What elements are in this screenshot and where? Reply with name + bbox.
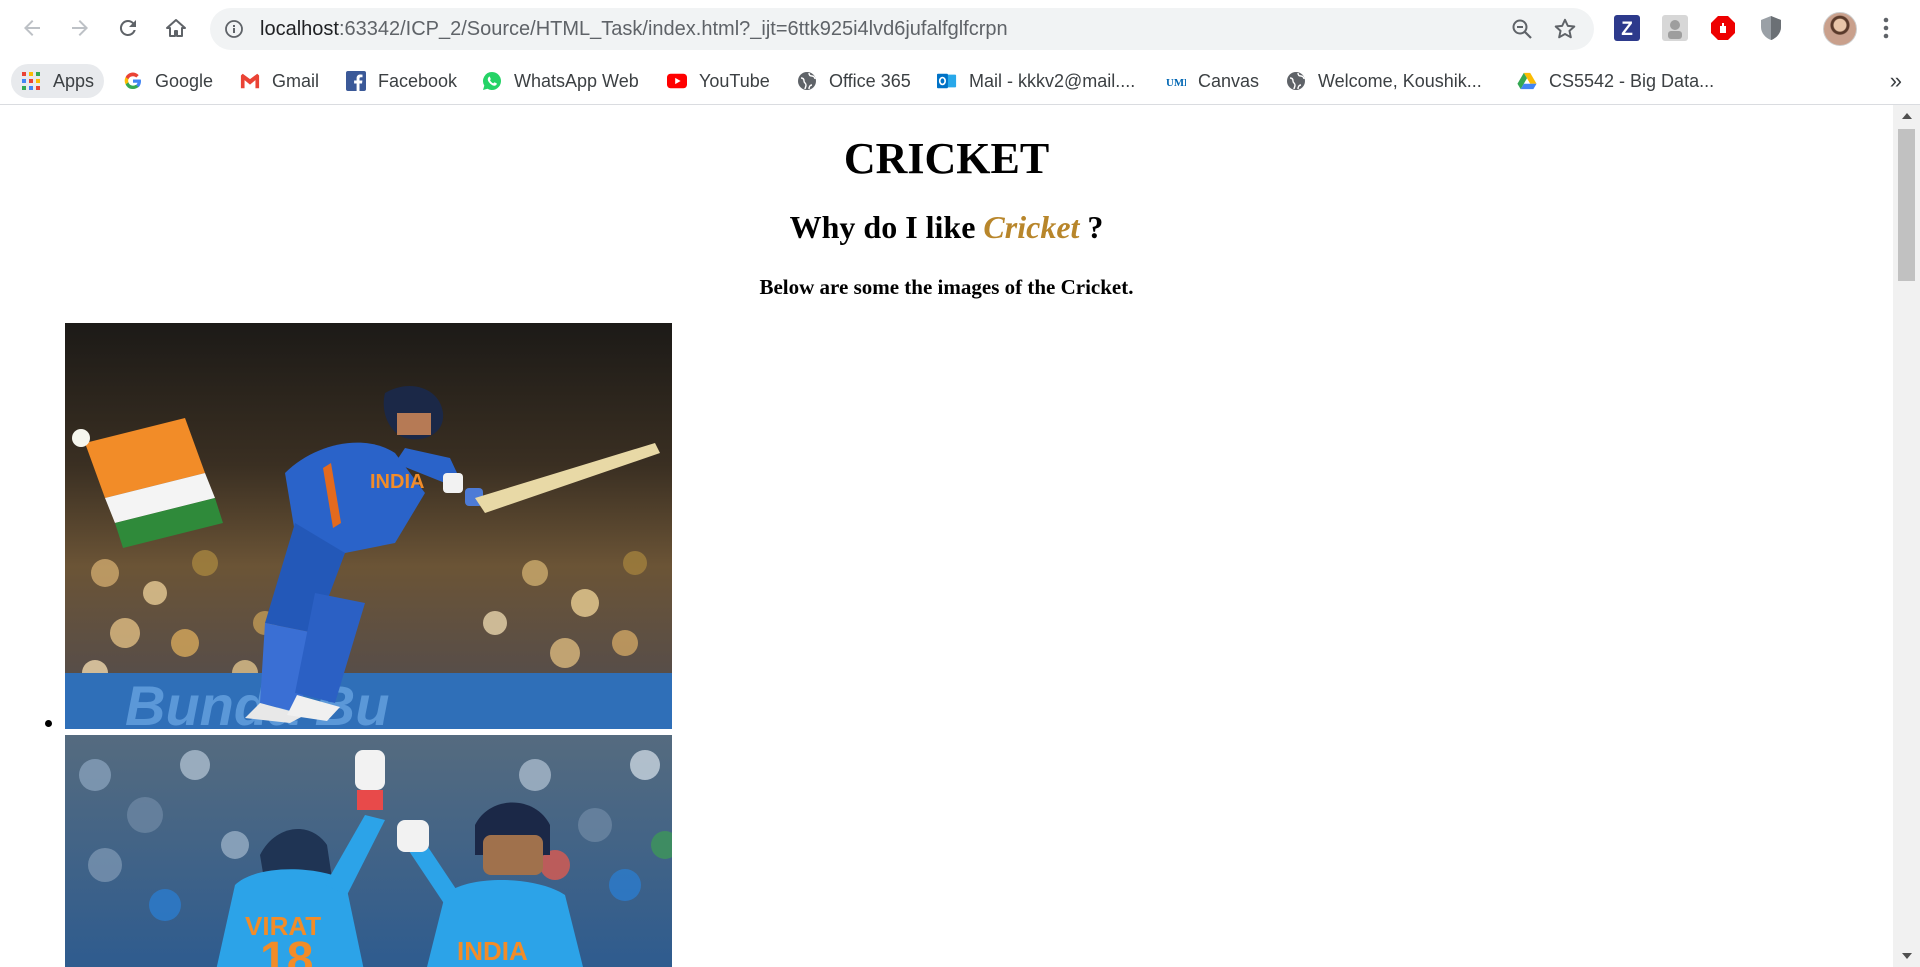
page-scrollbar[interactable]: [1893, 105, 1920, 967]
page-viewport: CRICKET Why do I like Cricket ? Below ar…: [0, 105, 1893, 967]
globe-icon: [1286, 71, 1306, 91]
bookmark-label: Apps: [53, 70, 95, 91]
bookmark-label: Office 365: [829, 70, 911, 91]
back-arrow-icon: [24, 20, 40, 36]
browser-toolbar: localhost:63342/ICP_2/Source/HTML_Task/i…: [0, 0, 1920, 58]
bookmark-youtube[interactable]: YouTube: [667, 64, 770, 98]
bookmark-google[interactable]: Google: [123, 64, 213, 98]
google-icon: [123, 71, 143, 91]
reload-icon: [119, 19, 136, 36]
zoom-out-icon[interactable]: [1510, 17, 1534, 41]
facebook-icon: [346, 71, 366, 91]
shield-icon[interactable]: [1757, 14, 1785, 42]
bookmark-mail[interactable]: Mail - kkkv2@mail....: [937, 64, 1135, 98]
apps-grid-icon: [21, 71, 41, 91]
bookmark-cs5542[interactable]: CS5542 - Big Data...: [1517, 64, 1714, 98]
reload-button[interactable]: [110, 10, 146, 46]
bookmark-whatsapp[interactable]: WhatsApp Web: [482, 64, 639, 98]
images-intro-text: Below are some the images of the Cricket…: [759, 275, 1134, 299]
address-bar[interactable]: localhost:63342/ICP_2/Source/HTML_Task/i…: [210, 8, 1594, 50]
home-button[interactable]: [158, 10, 194, 46]
scroll-thumb[interactable]: [1898, 129, 1915, 281]
info-icon[interactable]: [224, 19, 244, 39]
page-title: CRICKET: [843, 134, 1050, 183]
scroll-up-arrow-icon[interactable]: [1893, 105, 1920, 127]
page-subtitle: Why do I like Cricket ?: [0, 209, 1893, 246]
adblock-icon[interactable]: [1709, 14, 1737, 42]
bookmark-canvas[interactable]: UMKC Canvas: [1166, 64, 1259, 98]
url-host: localhost: [260, 18, 339, 40]
svg-text:18: 18: [260, 933, 313, 967]
umkc-icon: UMKC: [1166, 71, 1186, 91]
bookmark-gmail[interactable]: Gmail: [240, 64, 319, 98]
cricket-batsman-photo: Bunda Bu INDIA: [65, 323, 672, 729]
bookmark-label: Mail - kkkv2@mail....: [969, 70, 1136, 91]
bookmark-label: WhatsApp Web: [514, 70, 639, 91]
svg-text:INDIA: INDIA: [370, 471, 424, 493]
svg-text:UMKC: UMKC: [1166, 77, 1186, 89]
svg-text:Bunda Bu: Bunda Bu: [125, 674, 389, 729]
profile-extension-icon[interactable]: [1661, 14, 1689, 42]
bookmark-label: Gmail: [272, 70, 320, 91]
bookmark-office365[interactable]: Office 365: [797, 64, 911, 98]
forward-arrow-icon: [72, 20, 88, 36]
subtitle-prefix: Why do I like: [789, 209, 984, 245]
url-path: :63342/ICP_2/Source/HTML_Task/index.html…: [338, 18, 1008, 40]
svg-text:INDIA: INDIA: [457, 936, 528, 966]
subtitle-suffix: ?: [1079, 209, 1104, 245]
globe-icon: [797, 71, 817, 91]
home-icon: [166, 19, 186, 37]
scroll-down-arrow-icon[interactable]: [1893, 945, 1920, 967]
bookmark-label: Google: [155, 70, 214, 91]
browser-menu-icon[interactable]: [1874, 13, 1898, 43]
bookmark-label: Welcome, Koushik...: [1318, 70, 1482, 91]
bookmark-label: Facebook: [378, 70, 458, 91]
subtitle-emphasis: Cricket: [983, 209, 1080, 245]
url-text[interactable]: localhost:63342/ICP_2/Source/HTML_Task/i…: [260, 18, 1008, 41]
bookmark-apps[interactable]: Apps: [11, 64, 105, 98]
profile-avatar[interactable]: [1823, 12, 1857, 46]
cricket-celebration-photo: VIRAT 18 INDIA: [65, 735, 672, 967]
more-bookmarks-button[interactable]: »: [1890, 68, 1902, 94]
back-button[interactable]: [14, 10, 50, 46]
bookmark-star-icon[interactable]: [1552, 16, 1578, 42]
bookmark-label: CS5542 - Big Data...: [1549, 70, 1715, 91]
drive-icon: [1517, 71, 1537, 91]
bookmark-welcome[interactable]: Welcome, Koushik...: [1286, 64, 1482, 98]
gmail-icon: [240, 71, 260, 91]
bookmark-label: YouTube: [699, 70, 770, 91]
whatsapp-icon: [482, 71, 502, 91]
forward-button[interactable]: [62, 10, 98, 46]
svg-text:Z: Z: [1621, 19, 1633, 40]
list-bullet: [45, 720, 52, 727]
bookmark-label: Canvas: [1198, 70, 1260, 91]
bookmarks-bar: Apps Google Gmail Facebook WhatsApp Web …: [0, 58, 1920, 105]
bookmark-facebook[interactable]: Facebook: [346, 64, 457, 98]
youtube-icon: [667, 71, 687, 91]
zoom-extension-icon[interactable]: Z: [1613, 14, 1641, 42]
outlook-icon: [937, 71, 957, 91]
